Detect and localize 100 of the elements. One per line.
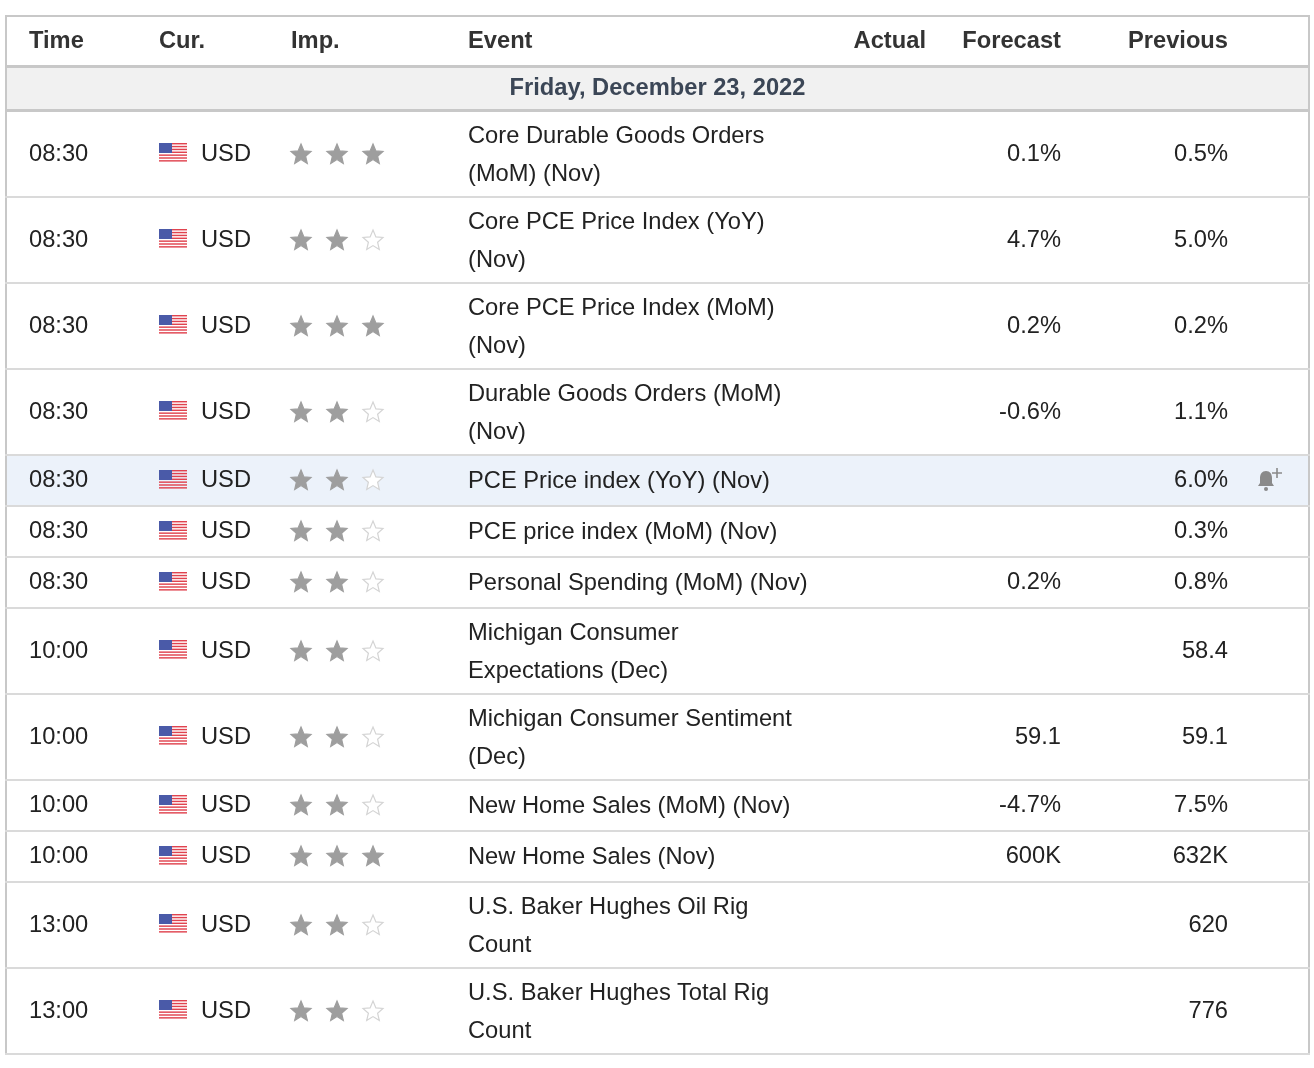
time-cell: 08:30 (29, 466, 89, 493)
star-icon (361, 998, 385, 1023)
event-name[interactable]: U.S. Baker Hughes Oil Rig Count (468, 886, 818, 963)
event-name[interactable]: Durable Goods Orders (MoM) (Nov) (468, 373, 818, 450)
forecast-cell: 600K (1005, 842, 1061, 869)
previous-cell: 6.0% (1174, 466, 1228, 493)
time-cell: 13:00 (29, 996, 89, 1023)
column-header: Actual (833, 16, 931, 66)
event-row[interactable]: 08:30 USD Personal Spending (MoM) (Nov) 0.2% 0.8% (6, 556, 1309, 608)
event-name[interactable]: Michigan Consumer Expectations (Dec) (468, 612, 818, 689)
currency-cell-text: USD (201, 841, 251, 871)
star-icon (361, 638, 385, 663)
star-icon (361, 793, 385, 817)
time-cell: 08:30 (29, 568, 89, 595)
time-cell: 08:30 (29, 397, 89, 424)
flag-icon (159, 143, 187, 164)
star-icon (361, 227, 385, 252)
star-icon (289, 313, 313, 338)
event-row[interactable]: 13:00 USD U.S. Baker Hughes Total Rig Count 776 (6, 967, 1309, 1054)
flag-icon (159, 726, 187, 747)
event-name[interactable]: Personal Spending (MoM) (Nov) (468, 563, 818, 601)
column-header: Imp. (271, 16, 451, 66)
event-row[interactable]: 08:30 USD Core Durable Goods Orders (MoM) (Nov) 0.1% 0.5% (6, 110, 1309, 197)
event-row[interactable]: 10:00 USD Michigan Consumer Sentiment (Dec) 59.1 59.1 (6, 693, 1309, 780)
event-name[interactable]: Core Durable Goods Orders (MoM) (Nov) (468, 115, 818, 192)
star-icon (289, 399, 313, 424)
star-icon (361, 844, 385, 868)
previous-cell: 632K (1172, 842, 1228, 869)
event-row[interactable]: 10:00 USD New Home Sales (MoM) (Nov) -4.7% 7.5% (6, 779, 1309, 831)
add-alert-bell-icon[interactable] (1255, 466, 1285, 494)
star-icon (289, 724, 313, 749)
time-cell: 10:00 (29, 722, 89, 749)
event-name[interactable]: PCE price index (MoM) (Nov) (468, 512, 818, 550)
star-icon (325, 638, 349, 663)
previous-cell: 620 (1188, 910, 1228, 937)
event-name[interactable]: Core PCE Price Index (YoY) (Nov) (468, 201, 818, 278)
flag-icon (159, 846, 187, 866)
event-name[interactable]: Core PCE Price Index (MoM) (Nov) (468, 287, 818, 364)
event-name[interactable]: New Home Sales (Nov) (468, 837, 818, 875)
event-row[interactable]: 08:30 USD Core PCE Price Index (YoY) (Nov) 4.7% 5.0% (6, 196, 1309, 283)
previous-cell: 776 (1188, 996, 1228, 1023)
star-icon (325, 912, 349, 937)
star-icon (361, 724, 385, 749)
star-icon (361, 141, 385, 166)
previous-cell: 58.4 (1181, 636, 1228, 663)
forecast-cell: 0.2% (1007, 568, 1061, 595)
event-row[interactable]: 08:30 USD PCE price index (MoM) (Nov) 0.3% (6, 505, 1309, 557)
event-name[interactable]: Michigan Consumer Sentiment (Dec) (468, 698, 818, 775)
previous-cell: 0.5% (1174, 139, 1228, 166)
currency-cell-text: USD (201, 138, 251, 168)
star-icon (289, 844, 313, 868)
star-icon (325, 844, 349, 868)
previous-cell: 0.8% (1174, 568, 1228, 595)
star-icon (325, 399, 349, 424)
flag-icon (159, 401, 187, 422)
currency-cell-text: USD (201, 396, 251, 426)
event-row[interactable]: 10:00 USD Michigan Consumer Expectations (Dec) 58.4 (6, 607, 1309, 694)
flag-icon (159, 640, 187, 661)
event-row[interactable]: 08:30 USD Durable Goods Orders (MoM) (Nov) -0.6% 1.1% (6, 368, 1309, 455)
event-name[interactable]: U.S. Baker Hughes Total Rig Count (468, 972, 818, 1049)
forecast-cell: 59.1 (1014, 722, 1061, 749)
star-icon (289, 912, 313, 937)
event-name[interactable]: New Home Sales (MoM) (Nov) (468, 786, 818, 824)
time-cell: 13:00 (29, 910, 89, 937)
previous-cell: 0.2% (1174, 311, 1228, 338)
time-cell: 08:30 (29, 311, 89, 338)
forecast-cell: 4.7% (1007, 225, 1061, 252)
event-row[interactable]: 10:00 USD New Home Sales (Nov) 600K 632K (6, 830, 1309, 882)
flag-icon (159, 914, 187, 935)
previous-cell: 59.1 (1181, 722, 1228, 749)
event-row[interactable]: 08:30 USD Core PCE Price Index (MoM) (Nov) 0.2% 0.2% (6, 282, 1309, 369)
currency-cell-text: USD (201, 721, 251, 751)
star-icon (325, 227, 349, 252)
forecast-cell: -4.7% (999, 791, 1061, 818)
previous-cell: 0.3% (1174, 517, 1228, 544)
currency-cell-text: USD (201, 310, 251, 340)
event-name[interactable]: PCE Price index (YoY) (Nov) (468, 461, 818, 499)
currency-cell-text: USD (201, 516, 251, 546)
star-icon (289, 638, 313, 663)
currency-cell-text: USD (201, 465, 251, 495)
star-icon (289, 519, 313, 543)
star-icon (325, 570, 349, 594)
star-icon (361, 468, 385, 492)
currency-cell-text: USD (201, 995, 251, 1025)
previous-cell: 7.5% (1174, 791, 1228, 818)
currency-cell-text: USD (201, 909, 251, 939)
column-header: Time (6, 16, 141, 66)
previous-cell: 5.0% (1174, 225, 1228, 252)
flag-icon (159, 521, 187, 541)
flag-icon (159, 572, 187, 592)
star-icon (289, 141, 313, 166)
flag-icon (159, 470, 187, 490)
event-row[interactable]: 13:00 USD U.S. Baker Hughes Oil Rig Count 620 (6, 881, 1309, 968)
flag-icon (159, 229, 187, 250)
star-icon (325, 998, 349, 1023)
star-icon (361, 912, 385, 937)
forecast-cell: 0.1% (1007, 139, 1061, 166)
star-icon (361, 399, 385, 424)
star-icon (361, 313, 385, 338)
time-cell: 10:00 (29, 842, 89, 869)
